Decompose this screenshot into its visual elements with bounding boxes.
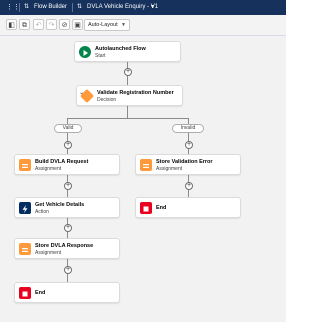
assignment-node[interactable]: Build DVLA Request Assignment	[14, 154, 120, 175]
node-subtitle: Start	[95, 53, 106, 59]
node-subtitle: Assignment	[35, 250, 62, 256]
add-element-button[interactable]: +	[64, 182, 72, 190]
node-title: Autolaunched Flow	[95, 46, 146, 52]
assignment-icon	[19, 159, 31, 171]
branch-label-invalid[interactable]: Invalid	[172, 124, 204, 133]
play-icon	[79, 46, 91, 58]
flow-canvas[interactable]	[0, 36, 286, 322]
branch-line	[67, 118, 188, 119]
assignment-node[interactable]: Store Validation Error Assignment	[135, 154, 241, 175]
undo-button[interactable]: ↶	[33, 19, 44, 30]
assignment-icon	[19, 243, 31, 255]
app-launcher-icon[interactable]: ⋮⋮	[6, 0, 20, 15]
layout-select-value: Auto-Layout	[88, 22, 118, 28]
node-subtitle: Decision	[97, 97, 117, 103]
flow-menu-chevron-icon[interactable]: ▼	[150, 0, 155, 15]
assignment-node[interactable]: Store DVLA Response Assignment	[14, 238, 120, 259]
node-title: Validate Registration Number	[97, 90, 174, 96]
node-subtitle: Action	[35, 209, 49, 215]
action-node[interactable]: Get Vehicle Details Action	[14, 197, 120, 218]
add-element-button[interactable]: +	[124, 68, 132, 76]
node-subtitle: Assignment	[35, 166, 62, 172]
flow-icon: ⇅	[77, 4, 83, 10]
flow-name[interactable]: DVLA Vehicle Enquiry - V1	[87, 0, 158, 15]
cut-button[interactable]: ⊘	[59, 19, 70, 30]
branch-label-valid[interactable]: Valid	[54, 124, 82, 133]
end-node[interactable]: End	[14, 282, 120, 303]
stop-icon	[19, 287, 31, 299]
connector-line	[127, 106, 128, 118]
flow-builder-icon: ⇅	[24, 4, 30, 10]
node-subtitle: Assignment	[156, 166, 183, 172]
delete-button[interactable]: ▣	[72, 19, 83, 30]
node-title: End	[156, 205, 167, 211]
node-title: Store Validation Error	[156, 159, 213, 165]
stop-icon	[140, 202, 152, 214]
add-element-button[interactable]: +	[185, 182, 193, 190]
app-header: ⋮⋮ ⇅ Flow Builder ⇅ DVLA Vehicle Enquiry…	[0, 0, 286, 15]
copy-button[interactable]: ⧉	[19, 19, 30, 30]
redo-button[interactable]: ↷	[46, 19, 57, 30]
node-title: Store DVLA Response	[35, 243, 94, 249]
node-title: Get Vehicle Details	[35, 202, 85, 208]
end-node[interactable]: End	[135, 197, 241, 218]
start-node[interactable]: Autolaunched Flow Start	[74, 41, 181, 62]
toggle-panel-button[interactable]: ◧	[6, 19, 17, 30]
app-title: Flow Builder	[34, 4, 68, 10]
add-element-button[interactable]: +	[64, 141, 72, 149]
header-divider	[19, 3, 20, 12]
toolbar: ◧ ⧉ ↶ ↷ ⊘ ▣ Auto-Layout ▼	[0, 15, 286, 36]
decision-node[interactable]: Validate Registration Number Decision	[76, 85, 183, 106]
chevron-down-icon: ▼	[121, 22, 126, 28]
node-title: Build DVLA Request	[35, 159, 89, 165]
add-element-button[interactable]: +	[64, 266, 72, 274]
collapse-chevron-icon[interactable]: ⌄	[79, 89, 84, 96]
assignment-icon	[140, 159, 152, 171]
add-element-button[interactable]: +	[185, 141, 193, 149]
layout-select[interactable]: Auto-Layout ▼	[84, 19, 130, 31]
header-divider	[72, 3, 73, 12]
add-element-button[interactable]: +	[64, 224, 72, 232]
node-title: End	[35, 290, 46, 296]
lightning-icon	[19, 202, 31, 214]
